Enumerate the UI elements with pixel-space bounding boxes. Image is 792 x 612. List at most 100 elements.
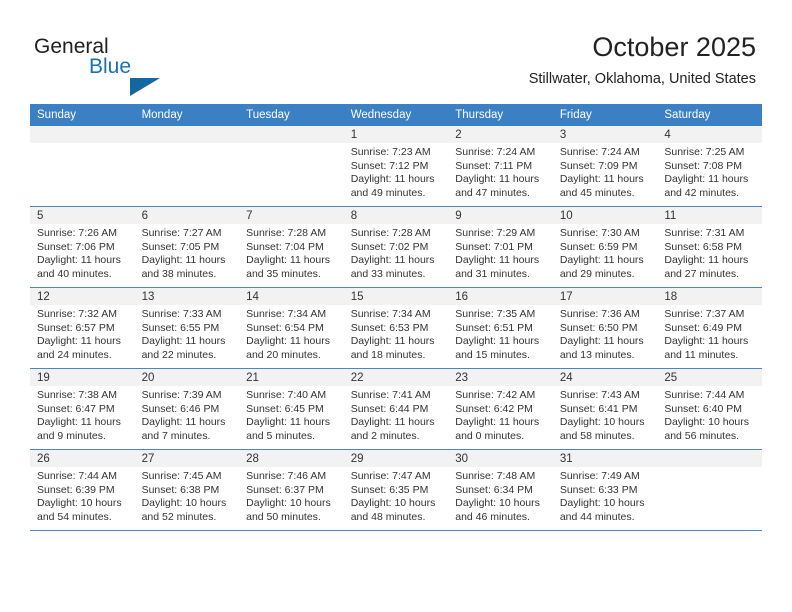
calendar-day-cell[interactable]: 28 Sunrise: 7:46 AM Sunset: 6:37 PM Dayligh…	[239, 449, 344, 531]
weekday-header-monday: Monday	[134, 104, 240, 126]
day-number: 26	[30, 450, 135, 467]
calendar-day-cell[interactable]: 24 Sunrise: 7:43 AM Sunset: 6:41 PM Dayligh…	[552, 368, 658, 450]
calendar-day-cell[interactable]: 5 Sunrise: 7:26 AM Sunset: 7:06 PM Daylight…	[30, 206, 135, 288]
daylight-text-line1: Daylight: 11 hours	[664, 173, 749, 186]
daylight-text-line1: Daylight: 11 hours	[455, 335, 540, 348]
sunrise-text: Sunrise: 7:46 AM	[246, 470, 327, 482]
calendar-day-cell[interactable]: 12 Sunrise: 7:32 AM Sunset: 6:57 PM Dayligh…	[30, 287, 135, 369]
calendar-cell-inner: 28 Sunrise: 7:46 AM Sunset: 6:37 PM Dayligh…	[239, 450, 344, 530]
calendar-day-cell[interactable]: 16 Sunrise: 7:35 AM Sunset: 6:51 PM Dayligh…	[448, 287, 553, 369]
sunrise-text: Sunrise: 7:34 AM	[350, 308, 431, 320]
weekday-header-friday: Friday	[552, 104, 658, 126]
calendar-day-cell[interactable]: 15 Sunrise: 7:34 AM Sunset: 6:53 PM Dayligh…	[343, 287, 449, 369]
day-number: 16	[448, 288, 553, 305]
daylight-text-line2: and 38 minutes.	[141, 267, 217, 280]
calendar-cell-inner: 25 Sunrise: 7:44 AM Sunset: 6:40 PM Dayligh…	[657, 369, 762, 449]
day-details: Sunrise: 7:47 AM Sunset: 6:35 PM Daylight:…	[344, 467, 449, 524]
daylight-text-line1: Daylight: 11 hours	[37, 416, 121, 429]
sunrise-text: Sunrise: 7:26 AM	[37, 227, 117, 239]
daylight-text-line2: and 52 minutes.	[141, 510, 217, 523]
daylight-text-line1: Daylight: 11 hours	[559, 335, 644, 348]
day-details: Sunrise: 7:49 AM Sunset: 6:33 PM Daylight:…	[553, 467, 658, 524]
calendar-cell-inner: 16 Sunrise: 7:35 AM Sunset: 6:51 PM Dayligh…	[448, 288, 553, 368]
general-blue-logo[interactable]: General Blue	[34, 36, 264, 96]
calendar-day-cell[interactable]: 30 Sunrise: 7:48 AM Sunset: 6:34 PM Dayligh…	[448, 449, 553, 531]
calendar-cell-inner	[239, 126, 344, 206]
day-number: 14	[239, 288, 344, 305]
daylight-text-line1: Daylight: 11 hours	[350, 416, 435, 429]
day-details: Sunrise: 7:44 AM Sunset: 6:39 PM Daylight:…	[30, 467, 135, 524]
daylight-text-line1: Daylight: 11 hours	[664, 254, 749, 267]
calendar-day-cell[interactable]: 1 Sunrise: 7:23 AM Sunset: 7:12 PM Daylight…	[343, 126, 449, 207]
calendar-week-row: 26 Sunrise: 7:44 AM Sunset: 6:39 PM Dayligh…	[30, 449, 762, 531]
calendar-day-cell[interactable]: 2 Sunrise: 7:24 AM Sunset: 7:11 PM Daylight…	[448, 126, 553, 207]
calendar-day-cell[interactable]: 19 Sunrise: 7:38 AM Sunset: 6:47 PM Dayligh…	[30, 368, 135, 450]
calendar-day-cell[interactable]: 10 Sunrise: 7:30 AM Sunset: 6:59 PM Dayligh…	[552, 206, 658, 288]
day-details: Sunrise: 7:32 AM Sunset: 6:57 PM Daylight:…	[30, 305, 135, 362]
daylight-text-line2: and 56 minutes.	[664, 429, 740, 442]
sunrise-text: Sunrise: 7:28 AM	[350, 227, 431, 239]
calendar-body: 1 Sunrise: 7:23 AM Sunset: 7:12 PM Daylight…	[30, 126, 762, 531]
day-details: Sunrise: 7:29 AM Sunset: 7:01 PM Daylight:…	[448, 224, 553, 281]
day-details: Sunrise: 7:39 AM Sunset: 6:46 PM Daylight:…	[135, 386, 240, 443]
calendar-day-cell[interactable]: 22 Sunrise: 7:41 AM Sunset: 6:44 PM Dayligh…	[343, 368, 449, 450]
sunrise-text: Sunrise: 7:40 AM	[246, 389, 327, 401]
weekday-header-thursday: Thursday	[448, 104, 553, 126]
sunrise-text: Sunrise: 7:24 AM	[559, 146, 640, 158]
calendar-cell-inner: 9 Sunrise: 7:29 AM Sunset: 7:01 PM Daylight…	[448, 207, 553, 287]
calendar-cell-inner: 12 Sunrise: 7:32 AM Sunset: 6:57 PM Dayligh…	[30, 288, 135, 368]
calendar-day-cell[interactable]: 21 Sunrise: 7:40 AM Sunset: 6:45 PM Dayligh…	[239, 368, 344, 450]
day-details: Sunrise: 7:27 AM Sunset: 7:05 PM Daylight:…	[135, 224, 240, 281]
calendar-day-cell[interactable]: 23 Sunrise: 7:42 AM Sunset: 6:42 PM Dayligh…	[448, 368, 553, 450]
calendar-day-cell[interactable]: 27 Sunrise: 7:45 AM Sunset: 6:38 PM Dayligh…	[134, 449, 240, 531]
sunset-text: Sunset: 7:08 PM	[664, 159, 743, 172]
daylight-text-line2: and 42 minutes.	[664, 186, 740, 199]
calendar-day-cell[interactable]: 4 Sunrise: 7:25 AM Sunset: 7:08 PM Daylight…	[657, 126, 762, 207]
sunrise-text: Sunrise: 7:44 AM	[37, 470, 117, 482]
daylight-text-line2: and 18 minutes.	[350, 348, 426, 361]
daylight-text-line2: and 11 minutes.	[664, 348, 739, 361]
page-subtitle: Stillwater, Oklahoma, United States	[528, 71, 756, 87]
calendar-day-cell[interactable]: 17 Sunrise: 7:36 AM Sunset: 6:50 PM Dayligh…	[552, 287, 658, 369]
day-number	[657, 450, 762, 467]
calendar-day-cell[interactable]: 26 Sunrise: 7:44 AM Sunset: 6:39 PM Dayligh…	[30, 449, 135, 531]
calendar-day-cell[interactable]: 3 Sunrise: 7:24 AM Sunset: 7:09 PM Daylight…	[552, 126, 658, 207]
calendar-cell-inner: 29 Sunrise: 7:47 AM Sunset: 6:35 PM Dayligh…	[343, 450, 449, 530]
weekday-header-saturday: Saturday	[657, 104, 762, 126]
day-details: Sunrise: 7:44 AM Sunset: 6:40 PM Daylight:…	[657, 386, 762, 443]
day-number: 15	[343, 288, 449, 305]
calendar-day-cell[interactable]: 14 Sunrise: 7:34 AM Sunset: 6:54 PM Dayligh…	[239, 287, 344, 369]
weekday-header-wednesday: Wednesday	[343, 104, 449, 126]
daylight-text-line2: and 33 minutes.	[350, 267, 426, 280]
day-details: Sunrise: 7:40 AM Sunset: 6:45 PM Daylight:…	[239, 386, 344, 443]
daylight-text-line2: and 5 minutes.	[246, 429, 316, 442]
calendar-cell-inner: 22 Sunrise: 7:41 AM Sunset: 6:44 PM Dayligh…	[343, 369, 449, 449]
daylight-text-line1: Daylight: 11 hours	[141, 416, 226, 429]
daylight-text-line1: Daylight: 10 hours	[455, 497, 540, 510]
sunrise-text: Sunrise: 7:41 AM	[350, 389, 431, 401]
sunrise-text: Sunrise: 7:32 AM	[37, 308, 117, 320]
calendar-day-cell[interactable]: 7 Sunrise: 7:28 AM Sunset: 7:04 PM Daylight…	[239, 206, 344, 288]
calendar-day-cell[interactable]: 29 Sunrise: 7:47 AM Sunset: 6:35 PM Dayligh…	[343, 449, 449, 531]
sunset-text: Sunset: 7:01 PM	[455, 240, 533, 253]
sunset-text: Sunset: 6:37 PM	[246, 483, 324, 496]
calendar-day-cell[interactable]: 9 Sunrise: 7:29 AM Sunset: 7:01 PM Daylight…	[448, 206, 553, 288]
calendar-day-cell[interactable]: 20 Sunrise: 7:39 AM Sunset: 6:46 PM Dayligh…	[134, 368, 240, 450]
daylight-text-line1: Daylight: 10 hours	[559, 416, 645, 429]
sunrise-text: Sunrise: 7:30 AM	[559, 227, 640, 239]
calendar-day-cell[interactable]: 8 Sunrise: 7:28 AM Sunset: 7:02 PM Daylight…	[343, 206, 449, 288]
day-details: Sunrise: 7:35 AM Sunset: 6:51 PM Daylight:…	[448, 305, 553, 362]
day-number: 8	[343, 207, 449, 224]
calendar-day-cell[interactable]: 13 Sunrise: 7:33 AM Sunset: 6:55 PM Dayligh…	[134, 287, 240, 369]
calendar-day-cell[interactable]: 31 Sunrise: 7:49 AM Sunset: 6:33 PM Dayligh…	[552, 449, 658, 531]
sunset-text: Sunset: 6:51 PM	[455, 321, 533, 334]
calendar-day-cell[interactable]: 25 Sunrise: 7:44 AM Sunset: 6:40 PM Dayligh…	[657, 368, 762, 450]
sunrise-text: Sunrise: 7:34 AM	[246, 308, 327, 320]
calendar-day-cell[interactable]: 11 Sunrise: 7:31 AM Sunset: 6:58 PM Dayligh…	[657, 206, 762, 288]
calendar-cell-inner: 10 Sunrise: 7:30 AM Sunset: 6:59 PM Dayligh…	[552, 207, 658, 287]
sunrise-text: Sunrise: 7:48 AM	[455, 470, 536, 482]
daylight-text-line1: Daylight: 10 hours	[141, 497, 227, 510]
calendar-day-cell[interactable]: 6 Sunrise: 7:27 AM Sunset: 7:05 PM Daylight…	[134, 206, 240, 288]
sunset-text: Sunset: 6:40 PM	[664, 402, 743, 415]
calendar-day-cell[interactable]: 18 Sunrise: 7:37 AM Sunset: 6:49 PM Dayligh…	[657, 287, 762, 369]
